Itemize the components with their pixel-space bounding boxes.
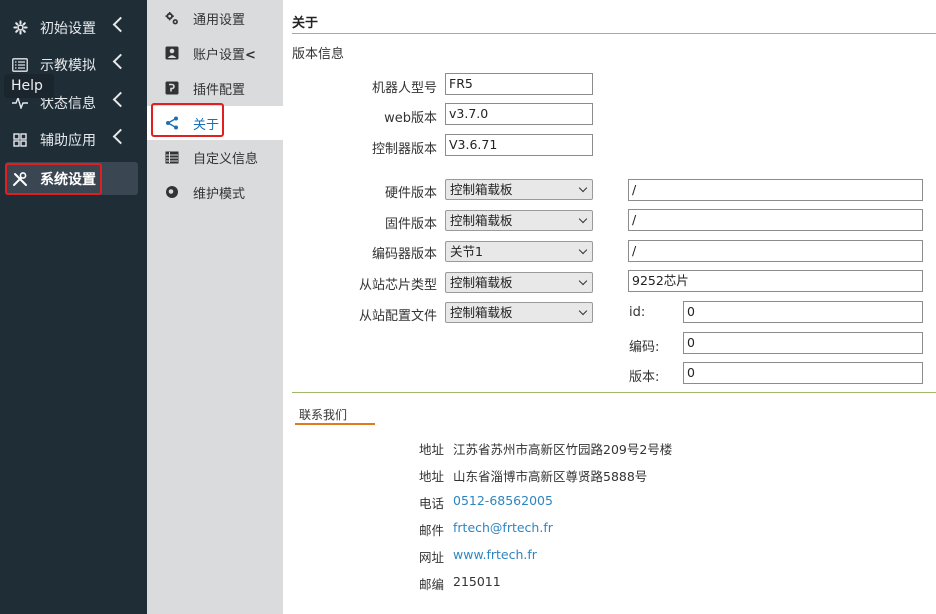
hardware-version-field[interactable]: /	[628, 179, 923, 201]
hardware-version-select[interactable]: 控制箱载板	[445, 179, 593, 200]
contact-phone-link[interactable]: 0512-68562005	[453, 493, 553, 508]
submenu-item-account[interactable]: 账户设置<	[147, 36, 283, 70]
settings-submenu: 通用设置 账户设置< 插件配置 关于 自定义信息 维护模式	[147, 0, 283, 614]
chevron-down-icon	[578, 306, 588, 316]
chevron-left-icon	[112, 16, 129, 33]
nav-item-auxiliary-apps[interactable]: 辅助应用	[5, 123, 138, 156]
slave-chip-select[interactable]: 控制箱载板	[445, 272, 593, 293]
chevron-left-icon	[112, 91, 129, 108]
firmware-version-label: 固件版本	[384, 217, 437, 232]
encoder-version-field[interactable]: /	[628, 240, 923, 262]
grid-icon	[12, 132, 28, 148]
contact-email-link[interactable]: frtech@frtech.fr	[453, 520, 553, 535]
contact-website-link[interactable]: www.frtech.fr	[453, 547, 537, 562]
select-value: 控制箱载板	[450, 182, 513, 197]
contact-label: 邮件	[419, 523, 445, 538]
submenu-item-general[interactable]: 通用设置	[147, 1, 283, 35]
maintenance-icon	[165, 185, 179, 199]
slave-chip-label: 从站芯片类型	[358, 278, 437, 293]
contact-label: 邮编	[419, 577, 445, 592]
section-divider	[292, 392, 936, 393]
title-divider	[292, 33, 936, 34]
firmware-version-select[interactable]: 控制箱载板	[445, 210, 593, 231]
nav-item-label: 示教模拟	[40, 57, 96, 74]
submenu-item-label: 插件配置	[193, 82, 246, 98]
select-value: 控制箱载板	[450, 275, 513, 290]
select-value: 关节1	[450, 244, 483, 259]
robot-model-field[interactable]: FR5	[445, 73, 593, 95]
chevron-down-icon	[578, 276, 588, 286]
highlight-box	[5, 163, 102, 195]
encoder-version-label: 编码器版本	[371, 247, 437, 262]
submenu-item-maintenance[interactable]: 维护模式	[147, 175, 283, 209]
account-icon	[165, 46, 179, 60]
slave-code-label: 编码:	[629, 340, 660, 355]
slave-code-field[interactable]: 0	[683, 332, 923, 354]
slave-id-label: id:	[629, 305, 646, 320]
contact-label: 网址	[419, 550, 445, 565]
submenu-item-custom-info[interactable]: 自定义信息	[147, 140, 283, 174]
chevron-left-icon	[112, 128, 129, 145]
contact-label: 地址	[419, 469, 445, 484]
chevron-left-icon: <	[245, 47, 256, 63]
nav-item-label: 辅助应用	[40, 132, 96, 149]
submenu-item-label: 维护模式	[193, 186, 246, 202]
slave-config-label: 从站配置文件	[358, 309, 437, 324]
contact-postcode: 215011	[453, 574, 501, 589]
chevron-left-icon	[112, 53, 129, 70]
select-value: 控制箱载板	[450, 305, 513, 320]
gears-icon	[165, 11, 179, 25]
chevron-down-icon	[578, 183, 588, 193]
tab-contact-us[interactable]: 联系我们	[299, 406, 347, 423]
list-icon	[12, 57, 28, 73]
gear-icon	[12, 20, 28, 36]
contact-address-1: 江苏省苏州市高新区竹园路209号2号楼	[453, 442, 673, 457]
main-sidebar: 初始设置 示教模拟 状态信息 辅助应用 系统设置 Help	[0, 0, 147, 614]
slave-chip-field[interactable]: 9252芯片	[628, 270, 923, 292]
submenu-item-label: 通用设置	[193, 12, 246, 28]
select-value: 控制箱载板	[450, 213, 513, 228]
table-icon	[165, 150, 179, 164]
slave-id-field[interactable]: 0	[683, 301, 923, 323]
slave-version-label: 版本:	[629, 370, 660, 385]
contact-address-2: 山东省淄博市高新区尊贤路5888号	[453, 469, 648, 484]
section-title: 版本信息	[292, 47, 345, 62]
chevron-down-icon	[578, 214, 588, 224]
contact-label: 地址	[419, 442, 445, 457]
help-tooltip: Help	[4, 74, 54, 98]
nav-item-initial-settings[interactable]: 初始设置	[5, 11, 138, 44]
highlight-box	[151, 103, 224, 137]
controller-version-label: 控制器版本	[371, 142, 437, 157]
contact-label: 电话	[419, 496, 445, 511]
submenu-item-plugins[interactable]: 插件配置	[147, 71, 283, 105]
chevron-down-icon	[578, 245, 588, 255]
hardware-version-label: 硬件版本	[384, 186, 437, 201]
nav-item-label: 初始设置	[40, 20, 96, 37]
controller-version-field[interactable]: V3.6.71	[445, 134, 593, 156]
slave-config-select[interactable]: 控制箱载板	[445, 302, 593, 323]
robot-model-label: 机器人型号	[371, 81, 437, 96]
active-tab-indicator	[295, 423, 375, 425]
plugin-icon	[165, 81, 179, 95]
submenu-item-label: 账户设置	[193, 47, 246, 63]
encoder-version-select[interactable]: 关节1	[445, 241, 593, 262]
web-version-field[interactable]: v3.7.0	[445, 103, 593, 125]
about-panel: 关于 版本信息 机器人型号 FR5 web版本 v3.7.0 控制器版本 V3.…	[283, 0, 936, 614]
slave-version-field[interactable]: 0	[683, 362, 923, 384]
web-version-label: web版本	[384, 111, 437, 126]
submenu-item-label: 自定义信息	[193, 151, 259, 167]
page-title: 关于	[292, 16, 319, 31]
firmware-version-field[interactable]: /	[628, 209, 923, 231]
